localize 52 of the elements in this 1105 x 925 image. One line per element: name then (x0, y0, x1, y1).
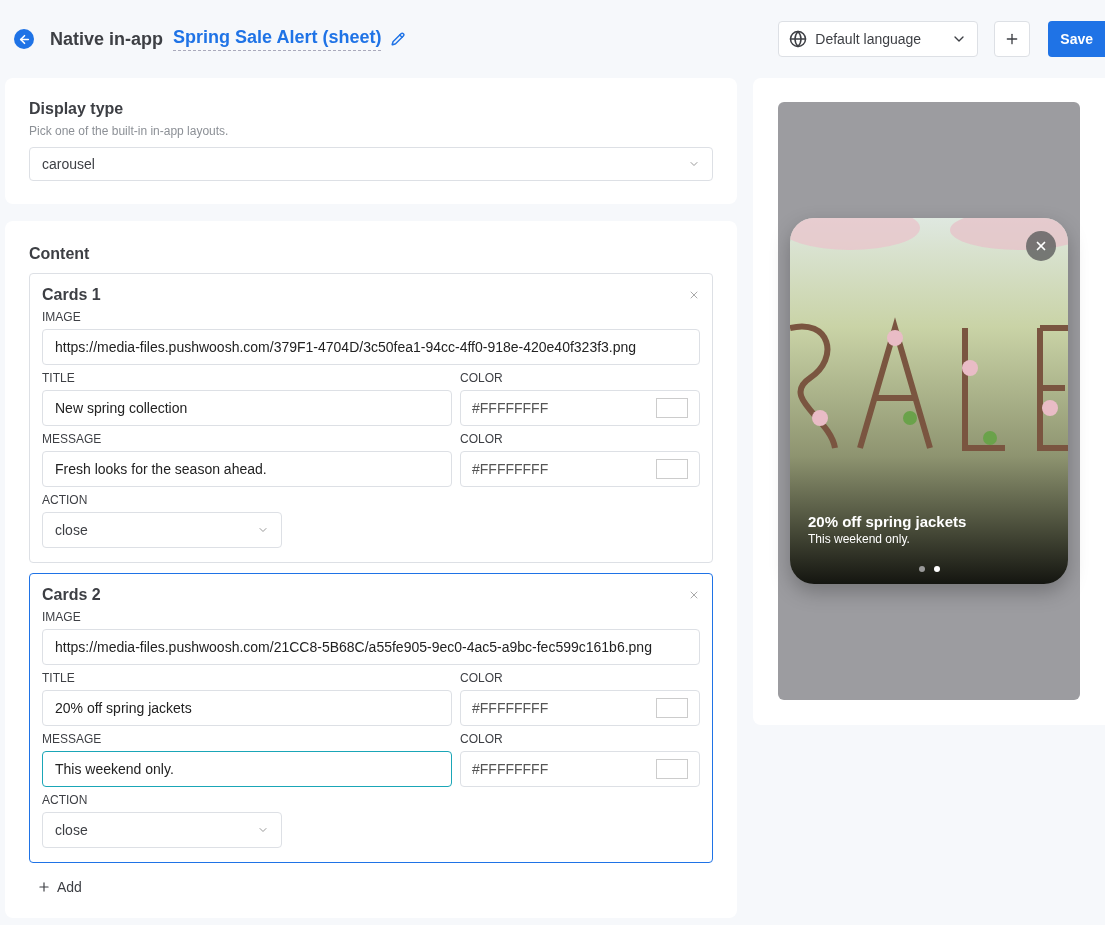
field-label: TITLE (42, 671, 76, 685)
content-heading: Content (29, 245, 91, 263)
color-swatch[interactable] (656, 398, 688, 418)
carousel-dot[interactable] (933, 566, 940, 572)
plus-icon (37, 880, 51, 894)
field-label: COLOR (460, 732, 504, 746)
message-field[interactable]: This weekend only. (42, 751, 452, 787)
display-type-heading: Display type (29, 100, 125, 118)
field-label: TITLE (42, 371, 76, 385)
section-title: Native in-app (50, 28, 164, 50)
field-label: MESSAGE (42, 732, 103, 746)
display-type-hint: Pick one of the built-in in-app layouts. (29, 124, 230, 138)
color-field[interactable]: #FFFFFFFF (460, 751, 700, 787)
banner-message: This weekend only. (808, 532, 911, 546)
card-title: Cards 2 (42, 586, 101, 604)
add-button[interactable] (994, 21, 1031, 57)
close-icon (1034, 239, 1048, 253)
color-field[interactable]: #FFFFFFFF (460, 690, 700, 726)
campaign-title-link[interactable]: Spring Sale Alert (sheet) (173, 27, 382, 51)
globe-icon (789, 30, 808, 48)
field-label: ACTION (42, 793, 89, 807)
color-field[interactable]: #FFFFFFFF (460, 390, 700, 426)
image-url-field[interactable]: https://media-files.pushwoosh.com/379F1-4704D/3c50fea1-94cc-4ff0-918e-420e40f323f3.png (42, 329, 700, 365)
edit-icon[interactable] (391, 32, 406, 46)
language-select[interactable]: Default language (778, 21, 979, 57)
back-button[interactable] (14, 29, 34, 49)
field-label: IMAGE (42, 310, 82, 324)
title-field[interactable]: New spring collection (42, 390, 452, 426)
close-icon[interactable] (688, 289, 700, 301)
field-label: COLOR (460, 671, 504, 685)
image-url-field[interactable]: https://media-files.pushwoosh.com/21CC8-5B68C/a55fe905-9ec0-4ac5-a9bc-fec599c161b6.png (42, 629, 700, 665)
arrow-left-icon (17, 32, 31, 46)
close-icon[interactable] (688, 589, 700, 601)
color-field[interactable]: #FFFFFFFF (460, 451, 700, 487)
color-swatch[interactable] (656, 459, 688, 479)
message-field[interactable]: Fresh looks for the season ahead. (42, 451, 452, 487)
add-card-button[interactable]: Add (29, 879, 90, 895)
field-label: ACTION (42, 493, 89, 507)
display-type-select[interactable]: carousel (29, 147, 713, 181)
banner-title: 20% off spring jackets (808, 513, 968, 530)
save-button[interactable]: Save (1048, 21, 1105, 57)
field-label: MESSAGE (42, 432, 103, 446)
carousel-dot[interactable] (918, 566, 925, 572)
field-label: COLOR (460, 432, 504, 446)
color-swatch[interactable] (656, 698, 688, 718)
card-title: Cards 1 (42, 286, 101, 304)
title-field[interactable]: 20% off spring jackets (42, 690, 452, 726)
action-select[interactable]: close (42, 512, 282, 548)
field-label: IMAGE (42, 610, 82, 624)
color-swatch[interactable] (656, 759, 688, 779)
action-select[interactable]: close (42, 812, 282, 848)
field-label: COLOR (460, 371, 504, 385)
